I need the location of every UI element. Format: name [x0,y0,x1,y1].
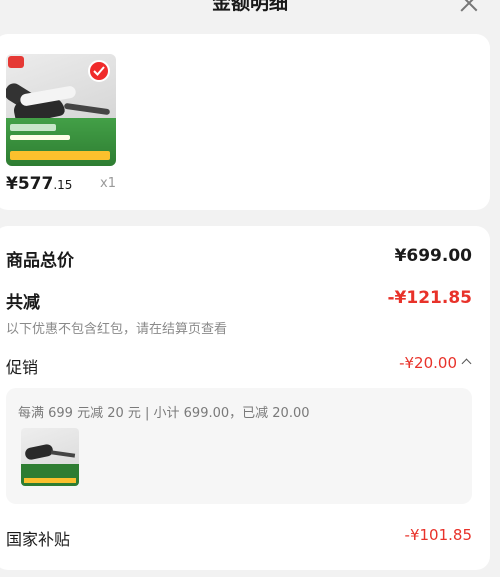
product-card: 679 ¥577.15 x1 [0,34,490,210]
promo-product-thumbnail [21,428,79,486]
subsidy-label: 国家补贴 [6,530,71,549]
item-price: ¥577.15 [6,174,73,194]
promo-detail-box: 每满 699 元减 20 元 | 小计 699.00，已减 20.00 [6,388,472,504]
price-detail-card: 商品总价 ¥699.00 共减 -¥121.85 以下优惠不包含红包，请在结算页… [0,226,490,570]
discount-label: 共减 [6,293,40,313]
discount-note: 以下优惠不包含红包，请在结算页查看 [6,322,228,337]
check-icon[interactable] [88,60,110,82]
discount-value: -¥121.85 [387,288,473,308]
product-thumbnail[interactable]: 679 [6,54,116,166]
promo-toggle[interactable]: -¥20.00 [399,354,472,372]
promo-detail: 每满 699 元减 20 元 | 小计 699.00，已减 20.00 [18,406,310,421]
close-icon[interactable] [458,0,480,14]
chevron-up-icon [461,358,472,369]
header: 金额明细 [0,0,500,30]
subsidy-value: -¥101.85 [404,526,472,544]
total-label: 商品总价 [6,251,74,271]
total-value: ¥699.00 [394,246,472,266]
promo-label: 促销 [6,358,39,377]
brand-badge-icon [8,56,24,68]
page-title: 金额明细 [211,0,288,14]
promo-value: -¥20.00 [399,354,457,372]
item-quantity: x1 [100,176,116,191]
